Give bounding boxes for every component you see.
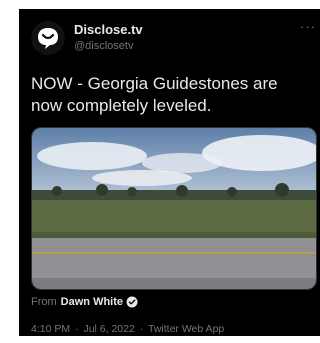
attribution-source[interactable]: Dawn White xyxy=(61,296,123,308)
video-thumbnail xyxy=(32,128,316,289)
media-video[interactable] xyxy=(31,127,317,290)
meta-separator: · xyxy=(75,323,79,335)
avatar[interactable] xyxy=(31,21,65,55)
meta-separator: · xyxy=(139,323,144,335)
disclose-logo-icon xyxy=(38,28,58,49)
more-options-icon[interactable]: ··· xyxy=(300,19,316,34)
tweet-app: Twitter Web App xyxy=(147,323,225,335)
display-name[interactable]: Disclose.tv xyxy=(74,22,143,37)
tweet-date[interactable]: Jul 6, 2022 xyxy=(83,323,134,335)
user-handle[interactable]: @disclosetv xyxy=(74,40,133,52)
tweet-card: Disclose.tv @disclosetv ··· NOW - Georgi… xyxy=(19,9,320,336)
tweet-meta: 4:10 PM · Jul 6, 2022 · Twitter Web App xyxy=(31,323,226,335)
tweet-time[interactable]: 4:10 PM xyxy=(31,323,70,335)
verified-badge-icon xyxy=(126,296,138,308)
attribution-prefix: From xyxy=(31,296,57,308)
tweet-text: NOW - Georgia Guidestones are now comple… xyxy=(31,74,278,115)
media-attribution: From Dawn White xyxy=(31,296,138,308)
